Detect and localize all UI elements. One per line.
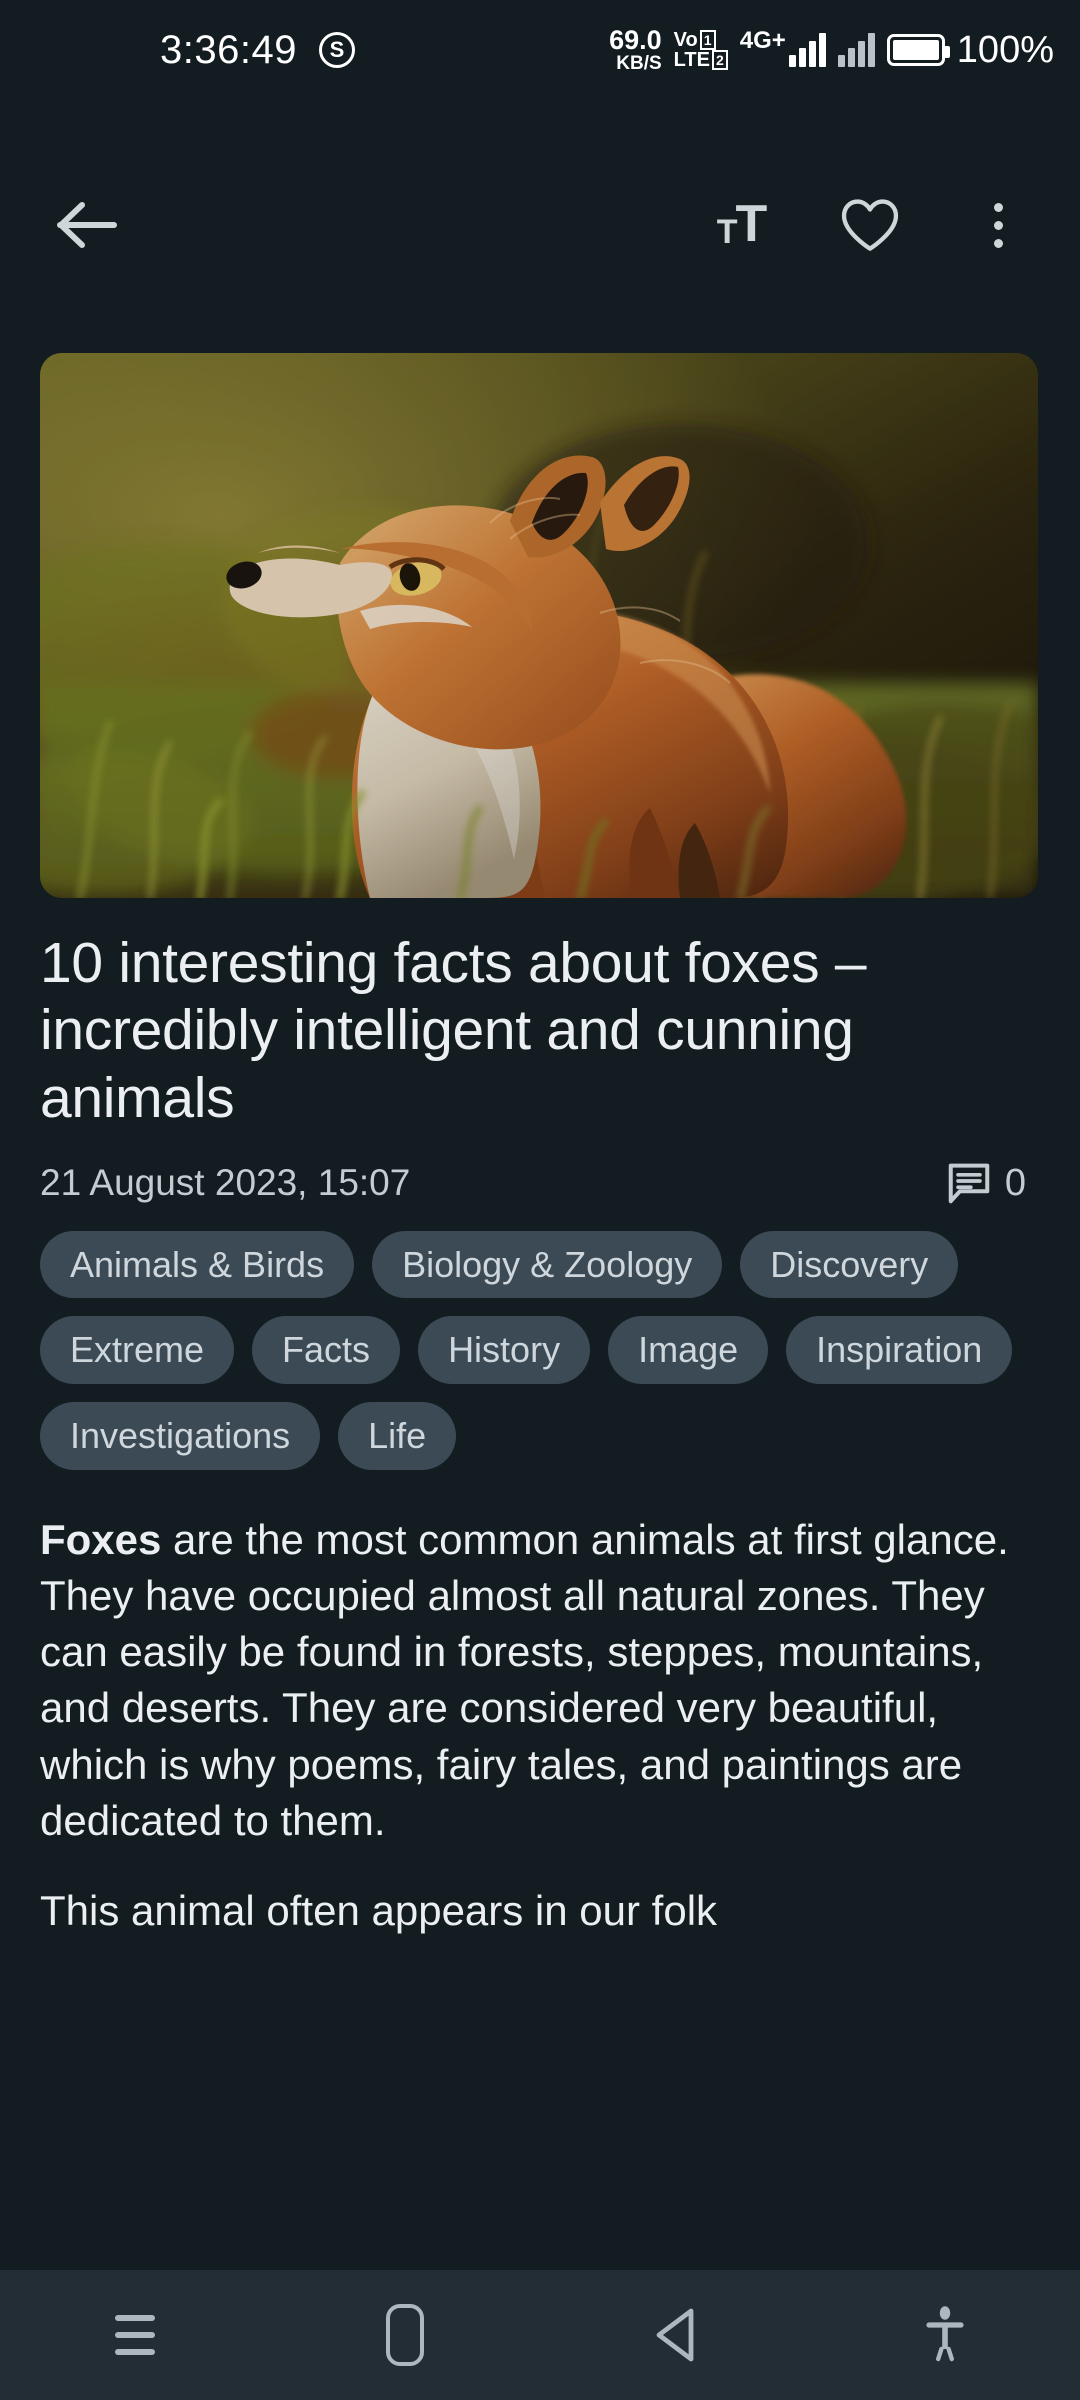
volte-label-bottom: LTE	[673, 49, 710, 71]
home-icon	[386, 2304, 424, 2366]
network-type-label: 4G	[739, 27, 772, 54]
tag-chip[interactable]: Animals & Birds	[40, 1230, 355, 1299]
recent-apps-icon	[115, 2315, 155, 2355]
volte-icon: Vo 1 LTE 2	[674, 30, 728, 70]
tag-chip[interactable]: Image	[608, 1316, 769, 1384]
network-speed-unit: KB/S	[616, 53, 662, 74]
article-body: Foxes are the most common animals at fir…	[40, 1512, 1040, 1940]
sim-1-badge: 1	[699, 30, 716, 50]
favorite-button[interactable]	[832, 187, 908, 263]
s-circle-icon: S	[318, 32, 355, 68]
tag-chip[interactable]: Investigations	[40, 1401, 321, 1470]
network-speed-indicator: 69.0 KB/S	[609, 25, 662, 74]
toolbar-actions: T T	[704, 187, 1036, 263]
network-speed-value: 69.0	[609, 25, 662, 55]
font-size-button[interactable]: T T	[704, 187, 780, 263]
tag-chip[interactable]: Extreme	[40, 1316, 235, 1384]
mobile-data-indicator: 4G+	[740, 27, 826, 67]
back-triangle-icon	[656, 2308, 694, 2362]
heart-outline-icon	[841, 199, 899, 251]
tag-chip[interactable]: Inspiration	[786, 1316, 1013, 1384]
tag-chip[interactable]: Biology & Zoology	[372, 1230, 723, 1299]
article-title: 10 interesting facts about foxes – incre…	[40, 931, 867, 1130]
phone-screen: 3:36:49 S 69.0 KB/S Vo 1 LTE 2 4G+ 100% …	[0, 0, 1080, 2400]
signal-bars-icon	[788, 33, 826, 67]
article-date: 21 August 2023, 15:07	[40, 1162, 411, 1204]
overflow-menu-button[interactable]	[960, 187, 1036, 263]
arrow-left-icon	[57, 202, 117, 248]
volte-label-top: Vo	[673, 29, 698, 51]
text-size-icon-large: T	[735, 195, 768, 254]
three-dot-menu-icon	[993, 202, 1003, 248]
tag-chip[interactable]: History	[418, 1316, 591, 1384]
comments-count: 0	[1004, 1161, 1026, 1204]
status-bar-left: 3:36:49 S	[160, 28, 355, 73]
system-navigation-bar	[0, 2270, 1080, 2400]
recent-apps-button[interactable]	[65, 2270, 205, 2400]
comments-button[interactable]: 0	[947, 1162, 1040, 1205]
status-bar: 3:36:49 S 69.0 KB/S Vo 1 LTE 2 4G+ 100%	[0, 0, 1080, 100]
article-paragraph: This animal often appears in our folk	[40, 1887, 718, 1935]
article-hero-image[interactable]	[40, 353, 1038, 898]
article-meta-row: 21 August 2023, 15:07 0	[40, 1162, 1040, 1205]
comment-bubble-icon	[948, 1163, 990, 1204]
article-content: 10 interesting facts about foxes – incre…	[40, 930, 1040, 1973]
text-size-icon-small: T	[716, 212, 738, 251]
status-bar-clock: 3:36:49	[160, 27, 297, 72]
battery-full-icon	[886, 34, 950, 66]
back-button[interactable]	[48, 186, 126, 264]
accessibility-person-icon	[926, 2306, 964, 2362]
app-toolbar: T T	[0, 160, 1080, 290]
tag-chip[interactable]: Facts	[252, 1316, 401, 1384]
fox-photo	[40, 353, 1038, 898]
tag-chip[interactable]: Life	[338, 1401, 457, 1470]
battery-percent-label: 100%	[956, 28, 1054, 71]
signal-bars-secondary-icon	[837, 33, 875, 67]
home-button[interactable]	[335, 2270, 475, 2400]
status-bar-right: 69.0 KB/S Vo 1 LTE 2 4G+ 100%	[609, 0, 1054, 100]
system-back-button[interactable]	[605, 2270, 745, 2400]
text-size-icon: T T	[716, 195, 768, 254]
s-circle-icon-letter: S	[329, 37, 345, 62]
article-paragraph-text: are the most common animals at first gla…	[40, 1515, 1009, 1844]
accessibility-button[interactable]	[875, 2270, 1015, 2400]
article-paragraph: Foxes are the most common animals at fir…	[40, 1512, 1040, 1850]
sim-2-badge: 2	[711, 50, 728, 70]
article-paragraph-lead: Foxes	[40, 1515, 162, 1563]
tag-chip[interactable]: Discovery	[740, 1230, 959, 1299]
article-tag-list: Animals & Birds Biology & Zoology Discov…	[40, 1230, 1040, 1470]
network-plus-label: +	[771, 27, 786, 54]
